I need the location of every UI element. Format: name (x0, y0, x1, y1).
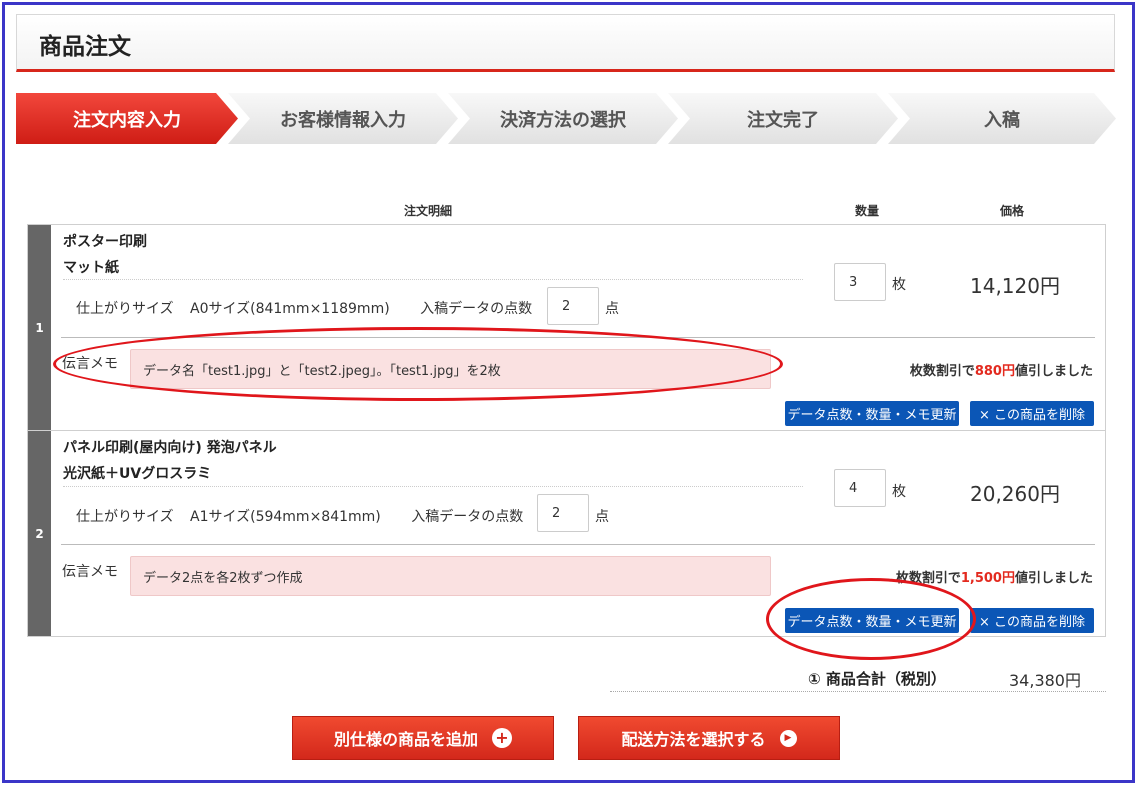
memo-field[interactable]: データ2点を各2枚ずつ作成 (130, 556, 771, 596)
row-number: 1 (28, 225, 51, 430)
delete-item-button[interactable]: × この商品を削除 (970, 608, 1094, 633)
page-header: 商品注文 (16, 14, 1115, 72)
plus-circle-icon: + (492, 728, 512, 748)
data-count-label: 入稿データの点数 (420, 301, 533, 317)
memo-field[interactable]: データ名「test1.jpg」と「test2.jpeg」。「test1.jpg」… (130, 349, 771, 389)
row-number: 2 (28, 431, 51, 636)
discount-amount: 1,500円 (960, 571, 1015, 586)
select-shipping-label: 配送方法を選択する (621, 730, 766, 749)
discount-suffix: 値引しました (1014, 571, 1093, 586)
step-customer-info: お客様情報入力 (228, 93, 458, 144)
column-detail: 注文明細 (404, 204, 453, 218)
quantity-unit: 枚 (892, 277, 906, 293)
divider (63, 279, 803, 280)
discount-amount: 880円 (974, 364, 1015, 379)
data-count-unit: 点 (595, 509, 609, 525)
page-title: 商品注文 (39, 34, 131, 60)
step-order-input: 注文内容入力 (16, 93, 238, 144)
memo-label: 伝言メモ (62, 356, 118, 372)
select-shipping-button[interactable]: 配送方法を選択する ▶ (578, 716, 840, 760)
discount-prefix: 枚数割引で (909, 364, 975, 379)
step-upload: 入稿 (888, 93, 1116, 144)
product-name: パネル印刷(屋内向け) 発泡パネル (63, 440, 277, 456)
discount-note: 枚数割引で880円値引しました (910, 360, 1093, 379)
add-product-button[interactable]: 別仕様の商品を追加 + (292, 716, 554, 760)
divider (61, 544, 1095, 545)
column-price: 価格 (1000, 204, 1025, 218)
paper-type: 光沢紙＋UVグロスラミ (63, 466, 212, 482)
item-price: 14,120円 (970, 274, 1060, 298)
discount-suffix: 値引しました (1014, 364, 1093, 379)
step-complete: 注文完了 (668, 93, 898, 144)
memo-label: 伝言メモ (62, 564, 118, 580)
finished-size-label: 仕上がりサイズ (76, 301, 174, 317)
quantity-input[interactable]: 3 (834, 263, 886, 301)
finished-size-value: A0サイズ(841mm×1189mm) (190, 301, 390, 317)
quantity-input[interactable]: 4 (834, 469, 886, 507)
step-payment: 決済方法の選択 (448, 93, 678, 144)
subtotal-divider (610, 691, 1106, 692)
finished-size-label: 仕上がりサイズ (76, 509, 174, 525)
discount-prefix: 枚数割引で (895, 571, 961, 586)
data-count-unit: 点 (605, 301, 619, 317)
product-name: ポスター印刷 (63, 234, 147, 250)
column-quantity: 数量 (855, 204, 880, 218)
divider (61, 337, 1095, 338)
data-count-label: 入稿データの点数 (411, 509, 524, 525)
finished-size: 仕上がりサイズ A0サイズ(841mm×1189mm) 入稿データの点数 (76, 298, 532, 318)
subtotal-label: ① 商品合計（税別） (808, 670, 946, 688)
order-steps: 注文内容入力 お客様情報入力 決済方法の選択 注文完了 入稿 (16, 93, 1116, 146)
item-price: 20,260円 (970, 482, 1060, 506)
paper-type: マット紙 (63, 260, 119, 276)
update-button[interactable]: データ点数・数量・メモ更新 (785, 401, 959, 426)
discount-note: 枚数割引で1,500円値引しました (896, 567, 1093, 586)
divider (63, 486, 803, 487)
subtotal-value: 34,380円 (1009, 671, 1081, 690)
finished-size: 仕上がりサイズ A1サイズ(594mm×841mm) 入稿データの点数 (76, 506, 523, 526)
finished-size-value: A1サイズ(594mm×841mm) (190, 509, 381, 525)
order-table: 1 ポスター印刷 マット紙 仕上がりサイズ A0サイズ(841mm×1189mm… (27, 224, 1106, 637)
update-button[interactable]: データ点数・数量・メモ更新 (785, 608, 959, 633)
data-count-input[interactable]: 2 (547, 287, 599, 325)
quantity-unit: 枚 (892, 484, 906, 500)
play-circle-icon: ▶ (779, 729, 797, 747)
add-product-label: 別仕様の商品を追加 (333, 730, 478, 749)
delete-item-button[interactable]: × この商品を削除 (970, 401, 1094, 426)
row-separator (28, 430, 1105, 431)
data-count-input[interactable]: 2 (537, 494, 589, 532)
